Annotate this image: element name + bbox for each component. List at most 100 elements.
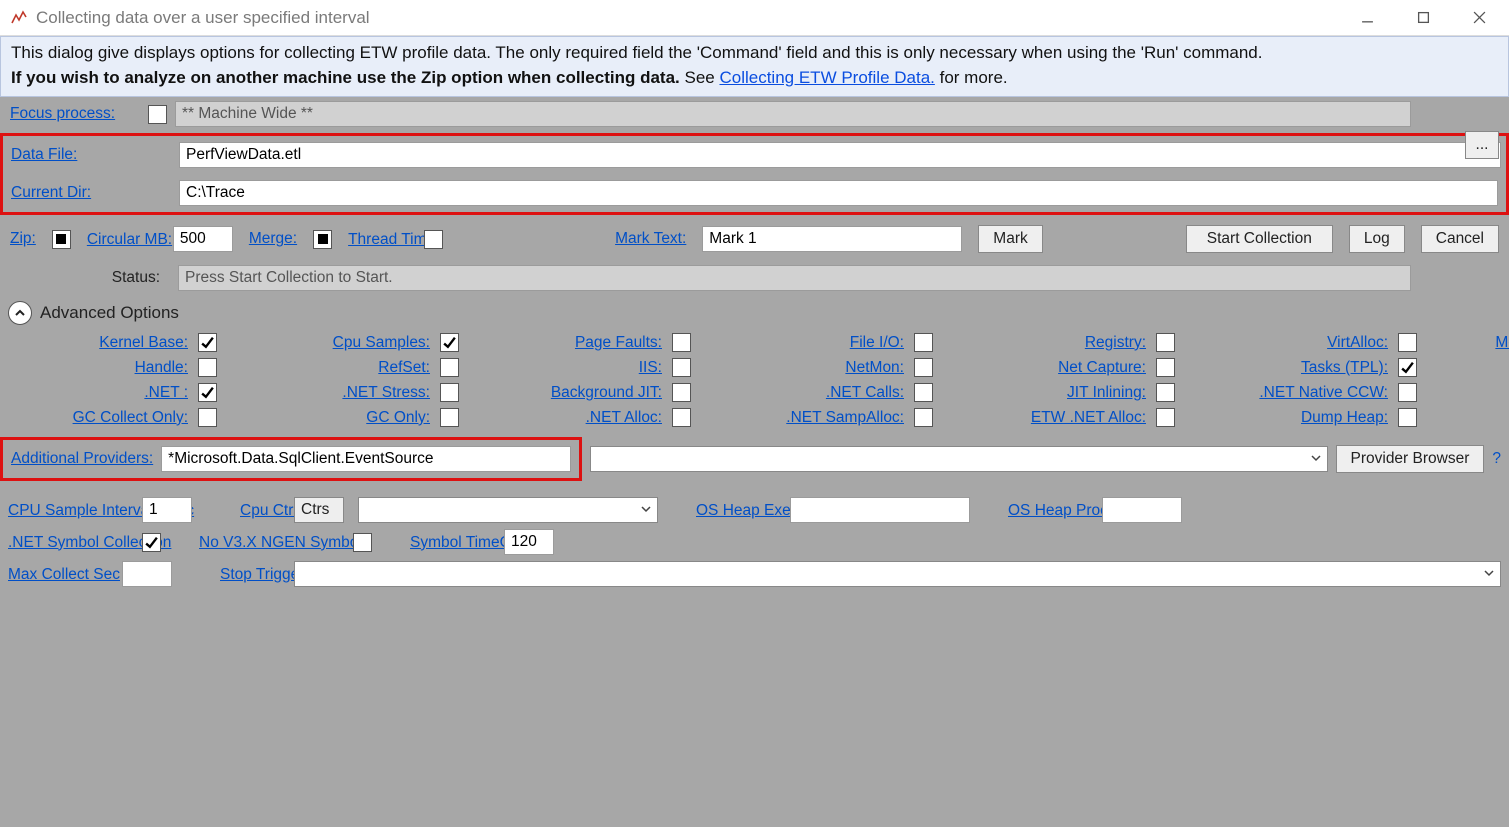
- kernel-base-label[interactable]: Kernel Base:: [8, 334, 188, 352]
- dotnet-sampalloc-label[interactable]: .NET SampAlloc:: [704, 409, 904, 427]
- osheap-exe-label[interactable]: OS Heap Exe: [696, 502, 776, 519]
- virtalloc-checkbox[interactable]: [1398, 333, 1417, 352]
- nov3ngen-label[interactable]: No V3.X NGEN Symbols: [199, 534, 339, 551]
- background-jit-checkbox[interactable]: [672, 383, 691, 402]
- netmon-label[interactable]: NetMon:: [704, 359, 904, 377]
- data-file-input[interactable]: [179, 142, 1501, 168]
- osheap-exe-input[interactable]: [790, 497, 970, 523]
- advanced-expander[interactable]: [8, 301, 32, 325]
- stop-trigger-combo[interactable]: [294, 561, 1501, 587]
- cancel-button[interactable]: Cancel: [1421, 225, 1499, 253]
- cpu-ctrs-combo[interactable]: [358, 497, 658, 523]
- provider-browser-button[interactable]: Provider Browser: [1336, 445, 1485, 473]
- additional-providers-input[interactable]: [161, 446, 571, 472]
- current-dir-input[interactable]: [179, 180, 1498, 206]
- jit-inlining-checkbox[interactable]: [1156, 383, 1175, 402]
- browse-button[interactable]: ...: [1465, 131, 1499, 159]
- thread-time-checkbox[interactable]: [424, 230, 443, 249]
- info-help-link[interactable]: Collecting ETW Profile Data.: [719, 68, 934, 87]
- osheap-process-input[interactable]: [1102, 497, 1182, 523]
- cpu-samples-label[interactable]: Cpu Samples:: [230, 334, 430, 352]
- dotnet-checkbox[interactable]: [198, 383, 217, 402]
- additional-providers-label[interactable]: Additional Providers:: [11, 450, 153, 468]
- symbol-timeout-input[interactable]: [504, 529, 554, 555]
- iis-checkbox[interactable]: [672, 358, 691, 377]
- jit-inlining-label[interactable]: JIT Inlining:: [946, 384, 1146, 402]
- mark-text-input[interactable]: [702, 226, 962, 252]
- cpu-interval-input[interactable]: [142, 497, 192, 523]
- start-collection-button[interactable]: Start Collection: [1186, 225, 1333, 253]
- tasks-tpl-label[interactable]: Tasks (TPL):: [1188, 359, 1388, 377]
- dump-heap-checkbox[interactable]: [1398, 408, 1417, 427]
- dump-heap-label[interactable]: Dump Heap:: [1188, 409, 1388, 427]
- meminfo-label[interactable]: MemInfo:: [1430, 334, 1509, 352]
- focus-process-checkbox[interactable]: [148, 105, 167, 124]
- dotnet-alloc-checkbox[interactable]: [672, 408, 691, 427]
- circular-mb-input[interactable]: [173, 226, 233, 252]
- iis-label[interactable]: IIS:: [472, 359, 662, 377]
- focus-process-label[interactable]: Focus process:: [10, 105, 140, 123]
- log-button[interactable]: Log: [1349, 225, 1405, 253]
- stop-trigger-label[interactable]: Stop Trigger: [220, 566, 280, 583]
- dotnet-sampalloc-checkbox[interactable]: [914, 408, 933, 427]
- circular-mb-label[interactable]: Circular MB:: [87, 231, 157, 248]
- etw-dotnet-alloc-checkbox[interactable]: [1156, 408, 1175, 427]
- cpu-samples-checkbox[interactable]: [440, 333, 459, 352]
- native-ccw-checkbox[interactable]: [1398, 383, 1417, 402]
- max-collect-label[interactable]: Max Collect Sec: [8, 566, 108, 583]
- cpu-ctrs-label[interactable]: Cpu Ctrs: [240, 502, 280, 519]
- kernel-base-checkbox[interactable]: [198, 333, 217, 352]
- page-faults-label[interactable]: Page Faults:: [472, 334, 662, 352]
- max-collect-input[interactable]: [122, 561, 172, 587]
- handle-checkbox[interactable]: [198, 358, 217, 377]
- netmon-checkbox[interactable]: [914, 358, 933, 377]
- osheap-process-label[interactable]: OS Heap Process: [1008, 502, 1088, 519]
- gc-only-checkbox[interactable]: [440, 408, 459, 427]
- tasks-tpl-checkbox[interactable]: [1398, 358, 1417, 377]
- nov3ngen-checkbox[interactable]: [353, 533, 372, 552]
- close-button[interactable]: [1465, 4, 1493, 32]
- refset-checkbox[interactable]: [440, 358, 459, 377]
- background-jit-label[interactable]: Background JIT:: [472, 384, 662, 402]
- providers-help-link[interactable]: ?: [1492, 450, 1501, 468]
- netcapture-checkbox[interactable]: [1156, 358, 1175, 377]
- registry-label[interactable]: Registry:: [946, 334, 1146, 352]
- data-file-label[interactable]: Data File:: [11, 146, 171, 164]
- native-ccw-label[interactable]: .NET Native CCW:: [1188, 384, 1388, 402]
- dotnet-stress-label[interactable]: .NET Stress:: [230, 384, 430, 402]
- gc-collect-only-label[interactable]: GC Collect Only:: [8, 409, 188, 427]
- thread-time-label[interactable]: Thread Time:: [348, 231, 408, 248]
- gc-collect-only-checkbox[interactable]: [198, 408, 217, 427]
- mark-button[interactable]: Mark: [978, 225, 1042, 253]
- gc-only-label[interactable]: GC Only:: [230, 409, 430, 427]
- cpu-interval-label[interactable]: CPU Sample Interval Msec: [8, 502, 128, 519]
- additional-providers-combo[interactable]: [590, 446, 1327, 472]
- dotnet-label[interactable]: .NET :: [8, 384, 188, 402]
- handle-label[interactable]: Handle:: [8, 359, 188, 377]
- dotnet-calls-checkbox[interactable]: [914, 383, 933, 402]
- zip-label[interactable]: Zip:: [10, 230, 36, 248]
- dotnet-stress-checkbox[interactable]: [440, 383, 459, 402]
- file-io-label[interactable]: File I/O:: [704, 334, 904, 352]
- focus-process-field[interactable]: ** Machine Wide **: [175, 101, 1411, 127]
- page-faults-checkbox[interactable]: [672, 333, 691, 352]
- zip-checkbox[interactable]: [52, 230, 71, 249]
- etw-dotnet-alloc-label[interactable]: ETW .NET Alloc:: [946, 409, 1146, 427]
- netsymbol-label[interactable]: .NET Symbol Collection: [8, 534, 128, 551]
- current-dir-label[interactable]: Current Dir:: [11, 184, 171, 202]
- maximize-button[interactable]: [1409, 4, 1437, 32]
- netcapture-label[interactable]: Net Capture:: [946, 359, 1146, 377]
- netsymbol-checkbox[interactable]: [142, 533, 161, 552]
- file-io-checkbox[interactable]: [914, 333, 933, 352]
- dotnet-alloc-label[interactable]: .NET Alloc:: [472, 409, 662, 427]
- cpu-ctrs-button[interactable]: Ctrs: [294, 497, 344, 523]
- mark-text-label[interactable]: Mark Text:: [615, 230, 686, 248]
- merge-label[interactable]: Merge:: [249, 230, 297, 248]
- symbol-timeout-label[interactable]: Symbol TimeOut: [410, 534, 490, 551]
- refset-label[interactable]: RefSet:: [230, 359, 430, 377]
- minimize-button[interactable]: [1353, 4, 1381, 32]
- merge-checkbox[interactable]: [313, 230, 332, 249]
- virtalloc-label[interactable]: VirtAlloc:: [1188, 334, 1388, 352]
- dotnet-calls-label[interactable]: .NET Calls:: [704, 384, 904, 402]
- registry-checkbox[interactable]: [1156, 333, 1175, 352]
